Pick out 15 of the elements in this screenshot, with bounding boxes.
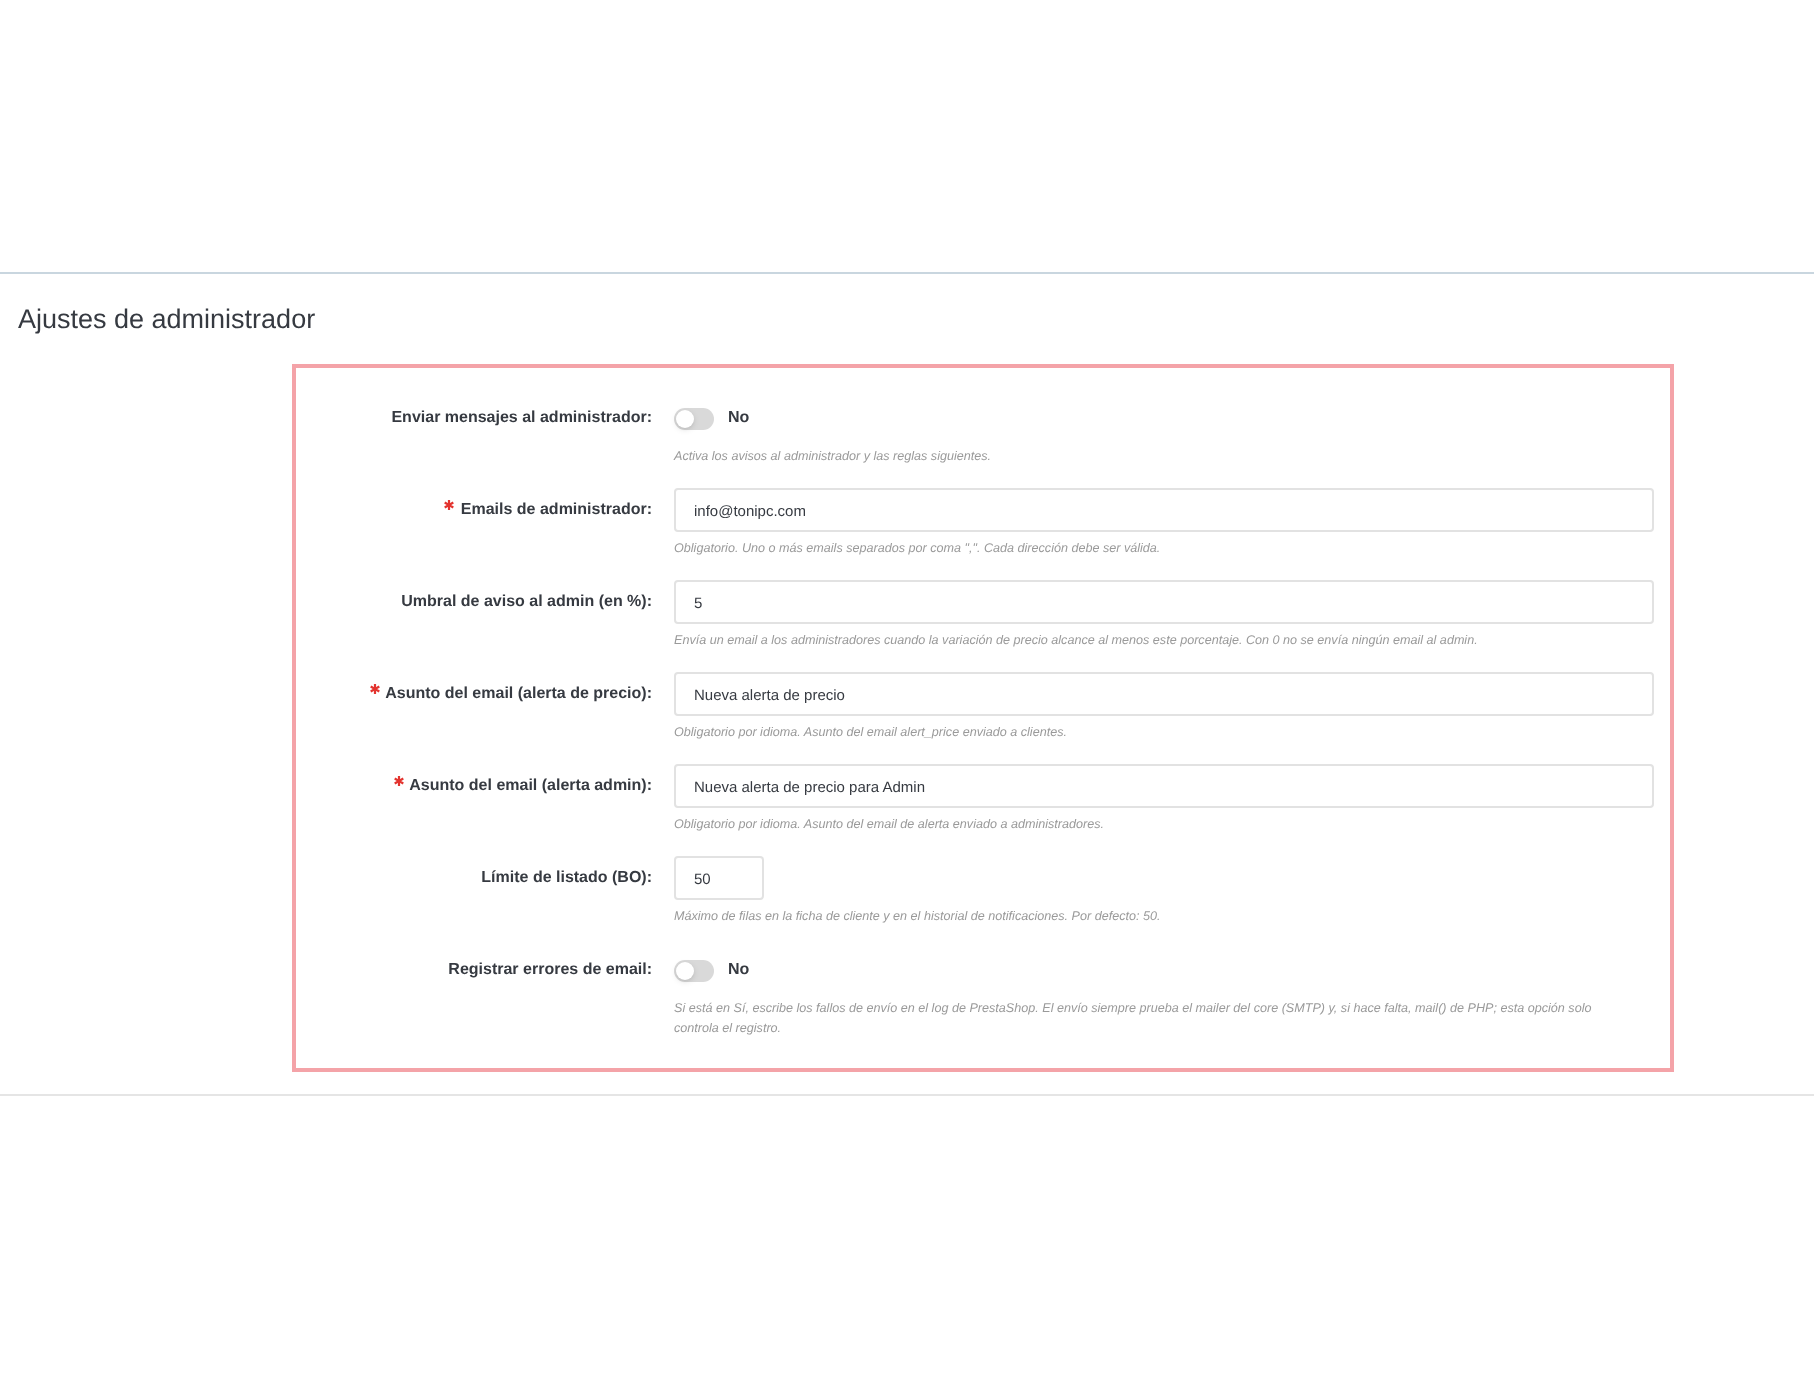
field-label: Registrar errores de email: [446, 958, 652, 983]
section-title: Ajustes de administrador [16, 302, 318, 338]
toggle-value: No [728, 406, 750, 431]
toggle-switch[interactable] [674, 959, 714, 982]
field-label: Emails de administrador: [296, 488, 652, 533]
required-icon [444, 500, 455, 511]
required-icon [369, 684, 380, 695]
toggle-value: No [728, 958, 750, 983]
field-label: Umbral de aviso al admin (en %): [399, 590, 652, 615]
required-icon [393, 776, 404, 787]
field-label: Asunto del email (alerta admin): [296, 764, 652, 809]
field-label: Asunto del email (alerta de precio): [296, 672, 652, 717]
field-label: Límite de listado (BO): [479, 866, 652, 891]
toggle-switch[interactable] [674, 407, 714, 430]
field-label: Enviar mensajes al administrador: [389, 406, 652, 431]
